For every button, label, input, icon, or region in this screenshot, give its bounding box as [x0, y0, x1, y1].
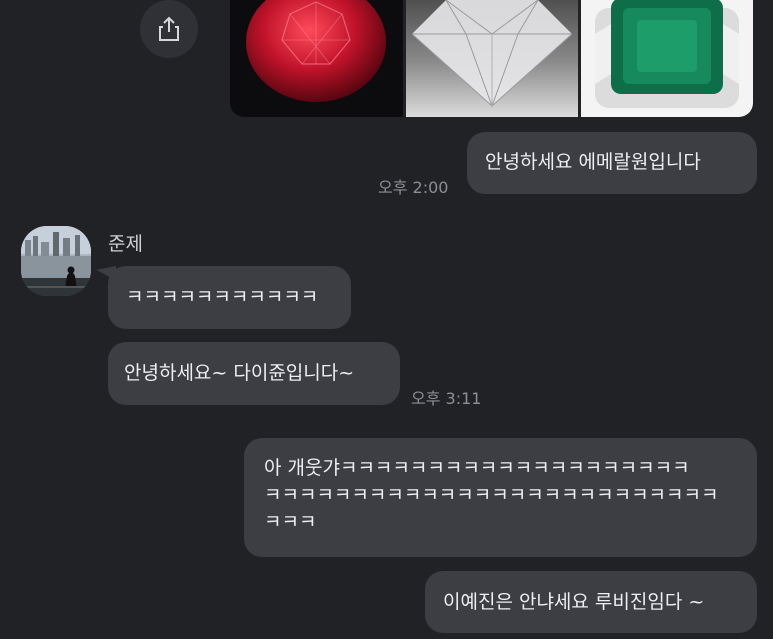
message-text: ㅋㅋㅋㅋㅋㅋㅋㅋㅋㅋㅋ: [126, 286, 319, 308]
message-text-line: 아 개웃갸ㅋㅋㅋㅋㅋㅋㅋㅋㅋㅋㅋㅋㅋㅋㅋㅋㅋㅋㅋㅋ: [264, 457, 690, 479]
ruby-photo[interactable]: [230, 0, 403, 117]
message-text: 이예진은 안냐세요 루비진임다 ~: [443, 591, 705, 613]
photo-gallery[interactable]: [230, 0, 753, 117]
message-time: 오후 2:00: [378, 178, 449, 197]
message-bubble[interactable]: 이예진은 안냐세요 루비진임다 ~: [425, 571, 757, 633]
message-bubble[interactable]: 안녕하세요~ 다이쥰입니다~: [108, 342, 400, 405]
message-bubble[interactable]: 안녕하세요 에메랄원입니다: [467, 132, 757, 194]
message-time: 오후 3:11: [411, 389, 482, 408]
message-text-line: ㅋㅋㅋ: [264, 511, 317, 533]
share-button[interactable]: [140, 0, 198, 58]
message-text: 안녕하세요 에메랄원입니다: [485, 151, 701, 173]
message-bubble[interactable]: 아 개웃갸ㅋㅋㅋㅋㅋㅋㅋㅋㅋㅋㅋㅋㅋㅋㅋㅋㅋㅋㅋㅋ ㅋㅋㅋㅋㅋㅋㅋㅋㅋㅋㅋㅋㅋㅋ…: [244, 438, 757, 557]
message-text-line: ㅋㅋㅋㅋㅋㅋㅋㅋㅋㅋㅋㅋㅋㅋㅋㅋㅋㅋㅋㅋㅋㅋㅋㅋㅋㅋ: [264, 484, 719, 506]
avatar[interactable]: [21, 226, 91, 296]
message-bubble[interactable]: ㅋㅋㅋㅋㅋㅋㅋㅋㅋㅋㅋ: [108, 266, 351, 329]
sender-name: 준제: [108, 233, 143, 255]
emerald-ring-photo[interactable]: [581, 0, 753, 117]
diamond-photo[interactable]: [406, 0, 578, 117]
message-text: 안녕하세요~ 다이쥰입니다~: [124, 362, 355, 384]
share-icon: [159, 16, 179, 41]
